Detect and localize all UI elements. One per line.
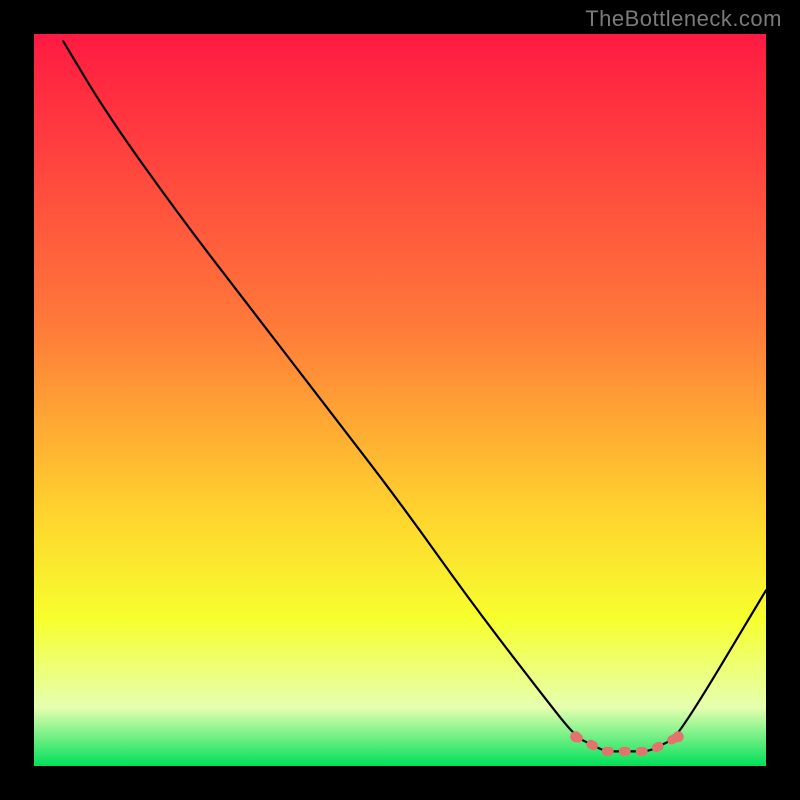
watermark-text: TheBottleneck.com	[585, 6, 782, 32]
plot-background	[34, 34, 766, 766]
bottleneck-chart	[0, 0, 800, 800]
optimal-zone-endpoint	[673, 731, 684, 742]
optimal-zone-endpoint	[570, 731, 581, 742]
chart-frame: TheBottleneck.com	[0, 0, 800, 800]
